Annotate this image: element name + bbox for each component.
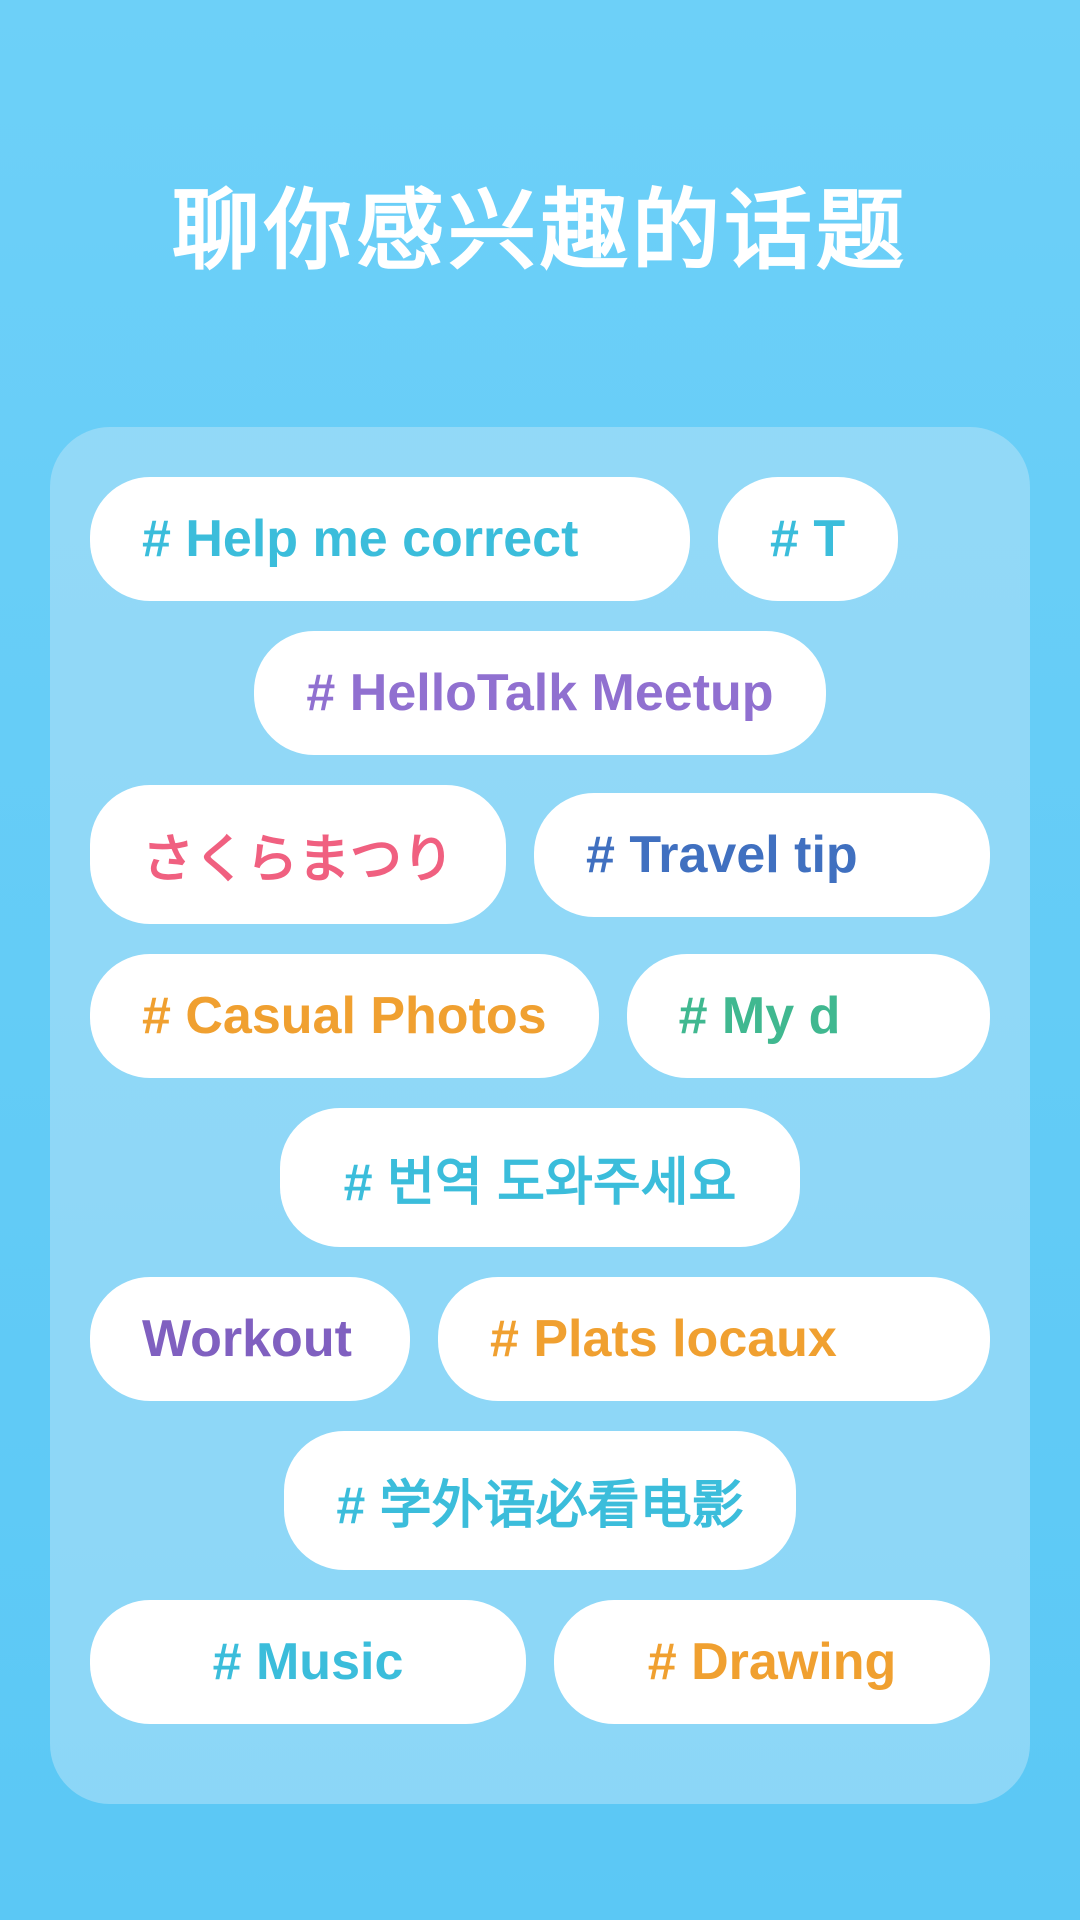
tag-sakura-matsuri[interactable]: さくらまつり — [90, 785, 506, 924]
tag-plats-locaux[interactable]: # Plats locaux — [438, 1277, 990, 1401]
tag-translation-help[interactable]: # 번역 도와주세요 — [280, 1108, 800, 1247]
tags-card: # Help me correct # T # HelloTalk Meetup… — [50, 427, 1030, 1804]
tag-my-d[interactable]: # My d — [627, 954, 990, 1078]
tag-help-me-correct[interactable]: # Help me correct — [90, 477, 690, 601]
page: 聊你感兴趣的话题 # Help me correct # T # HelloTa… — [0, 0, 1080, 1920]
tags-row-1: # Help me correct # T — [90, 477, 990, 601]
tag-travel-tip[interactable]: # Travel tip — [534, 793, 990, 917]
tags-row-7: # 学外语必看电影 — [90, 1431, 990, 1570]
tag-language-movies[interactable]: # 学外语必看电影 — [284, 1431, 795, 1570]
tag-drawing[interactable]: # Drawing — [554, 1600, 990, 1724]
tag-workout[interactable]: Workout — [90, 1277, 410, 1401]
tags-row-4: # Casual Photos # My d — [90, 954, 990, 1078]
tags-row-2: # HelloTalk Meetup — [90, 631, 990, 755]
tag-partial-t[interactable]: # T — [718, 477, 898, 601]
page-title: 聊你感兴趣的话题 — [80, 160, 1000, 287]
tags-row-3: さくらまつり # Travel tip — [90, 785, 990, 924]
tags-row-5: # 번역 도와주세요 — [90, 1108, 990, 1247]
tags-row-8: # Music # Drawing — [90, 1600, 990, 1724]
tag-music[interactable]: # Music — [90, 1600, 526, 1724]
header: 聊你感兴趣的话题 — [0, 0, 1080, 367]
tag-casual-photos[interactable]: # Casual Photos — [90, 954, 599, 1078]
tags-row-6: Workout # Plats locaux — [90, 1277, 990, 1401]
tag-hellotalk-meetup[interactable]: # HelloTalk Meetup — [254, 631, 825, 755]
